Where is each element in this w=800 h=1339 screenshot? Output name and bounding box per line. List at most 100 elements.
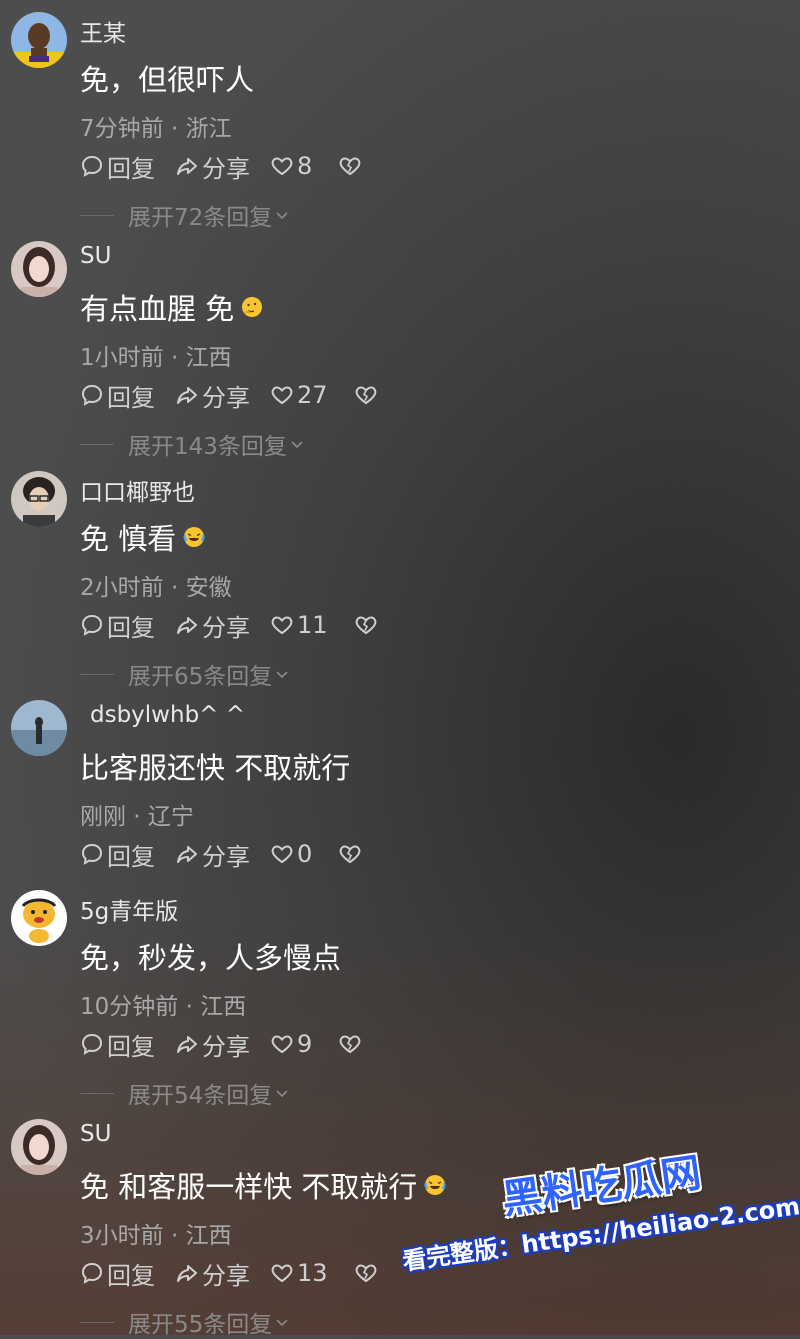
- comment-text: 免 慎看: [80, 516, 206, 558]
- like-button[interactable]: 9: [270, 1030, 312, 1058]
- dislike-button[interactable]: [338, 842, 365, 866]
- like-count: 11: [297, 611, 328, 639]
- comment-meta: 1小时前 · 江西: [80, 345, 232, 371]
- share-label: 分享: [202, 613, 250, 642]
- share-button[interactable]: 分享: [175, 608, 250, 643]
- dislike-button[interactable]: [354, 383, 381, 407]
- divider-line: [80, 214, 114, 216]
- chevron-down-icon: [291, 441, 303, 449]
- comment-actions: 回复 分享 9: [80, 1027, 385, 1062]
- reply-label: 回复: [107, 383, 155, 412]
- comment-text: 免，秒发，人多慢点: [80, 935, 341, 977]
- user-avatar[interactable]: [11, 12, 67, 68]
- reply-label: 回复: [107, 842, 155, 871]
- share-label: 分享: [202, 1032, 250, 1061]
- share-arrow-icon: [177, 846, 197, 863]
- heart-icon: [271, 616, 293, 635]
- like-button[interactable]: 13: [270, 1259, 328, 1287]
- laughing-crying-emoji-icon: [424, 1175, 446, 1195]
- chevron-down-icon: [276, 1090, 288, 1098]
- share-button[interactable]: 分享: [175, 1027, 250, 1062]
- speech-bubble-icon: [81, 384, 103, 406]
- comment-actions: 回复 分享 0: [80, 837, 385, 872]
- comment-username[interactable]: 口口椰野也: [80, 473, 195, 507]
- comment-meta: 3小时前 · 江西: [80, 1223, 232, 1249]
- share-button[interactable]: 分享: [175, 1256, 250, 1291]
- reply-button[interactable]: 回复: [80, 149, 155, 184]
- comment-content: 免 慎看: [80, 522, 177, 556]
- comment-username[interactable]: SU: [80, 243, 111, 269]
- like-count: 13: [297, 1259, 328, 1287]
- comment-username[interactable]: 王某: [80, 14, 126, 48]
- comment-actions: 回复 分享 13: [80, 1256, 401, 1291]
- comment-actions: 回复 分享 8: [80, 149, 385, 184]
- dislike-button[interactable]: [354, 613, 381, 637]
- dislike-button[interactable]: [338, 154, 365, 178]
- comment-actions: 回复 分享 11: [80, 608, 401, 643]
- comment-content: 免，但很吓人: [80, 63, 255, 97]
- expand-replies-label: 展开54条回复: [128, 1083, 273, 1109]
- like-button[interactable]: 11: [270, 611, 328, 639]
- comment-text: 免 和客服一样快 不取就行: [80, 1164, 447, 1206]
- expand-replies[interactable]: 展开54条回复: [80, 1076, 290, 1110]
- reply-label: 回复: [107, 154, 155, 183]
- dislike-button[interactable]: [354, 1261, 381, 1285]
- comment-meta: 2小时前 · 安徽: [80, 575, 232, 601]
- share-label: 分享: [202, 154, 250, 183]
- dislike-button[interactable]: [338, 1032, 365, 1056]
- like-count: 27: [297, 381, 328, 409]
- expand-replies[interactable]: 展开143条回复: [80, 427, 305, 461]
- heart-icon: [271, 845, 293, 864]
- reply-button[interactable]: 回复: [80, 608, 155, 643]
- user-avatar[interactable]: [11, 890, 67, 946]
- like-button[interactable]: 27: [270, 381, 328, 409]
- heart-icon: [271, 386, 293, 405]
- share-arrow-icon: [177, 387, 197, 404]
- comment-meta: 刚刚 · 辽宁: [80, 804, 194, 830]
- avatar-cartoon-icon: [11, 890, 67, 946]
- speech-bubble-icon: [81, 614, 103, 636]
- user-avatar[interactable]: [11, 471, 67, 527]
- user-avatar[interactable]: [11, 1119, 67, 1175]
- comment-content: 免，秒发，人多慢点: [80, 941, 342, 975]
- reply-label: 回复: [107, 1032, 155, 1061]
- thinking-face-emoji-icon: [242, 297, 263, 317]
- comment-text: 免，但很吓人: [80, 57, 254, 99]
- share-button[interactable]: 分享: [175, 837, 250, 872]
- reply-label: 回复: [107, 1261, 155, 1290]
- expand-replies[interactable]: 展开72条回复: [80, 198, 290, 232]
- comment-content: 比客服还快 不取就行: [80, 751, 351, 785]
- share-arrow-icon: [177, 617, 197, 634]
- comment-text: 比客服还快 不取就行: [80, 745, 350, 787]
- comment-username[interactable]: 5g青年版: [80, 892, 178, 926]
- heart-icon: [271, 1264, 293, 1283]
- like-button[interactable]: 8: [270, 152, 312, 180]
- user-avatar[interactable]: [11, 700, 67, 756]
- comment-username[interactable]: SU: [80, 1121, 111, 1147]
- chevron-down-icon: [276, 1319, 288, 1327]
- laughing-crying-emoji-icon: [183, 527, 205, 547]
- like-button[interactable]: 0: [270, 840, 312, 868]
- broken-heart-icon: [339, 845, 361, 864]
- share-button[interactable]: 分享: [175, 378, 250, 413]
- reply-button[interactable]: 回复: [80, 1027, 155, 1062]
- heart-icon: [271, 1035, 293, 1054]
- divider-line: [80, 443, 114, 445]
- divider-line: [80, 1321, 114, 1323]
- expand-replies[interactable]: 展开55条回复: [80, 1305, 290, 1339]
- chevron-down-icon: [276, 671, 288, 679]
- user-avatar[interactable]: [11, 241, 67, 297]
- share-arrow-icon: [177, 158, 197, 175]
- like-count: 8: [297, 152, 313, 180]
- avatar-seaside-icon: [11, 700, 67, 756]
- comment-username[interactable]: dsbylwhb^ ^: [90, 702, 245, 728]
- share-button[interactable]: 分享: [175, 149, 250, 184]
- like-count: 0: [297, 840, 313, 868]
- reply-button[interactable]: 回复: [80, 837, 155, 872]
- share-arrow-icon: [177, 1265, 197, 1282]
- broken-heart-icon: [339, 157, 361, 176]
- expand-replies[interactable]: 展开65条回复: [80, 657, 290, 691]
- reply-button[interactable]: 回复: [80, 1256, 155, 1291]
- avatar-woman-icon: [11, 1119, 67, 1175]
- reply-button[interactable]: 回复: [80, 378, 155, 413]
